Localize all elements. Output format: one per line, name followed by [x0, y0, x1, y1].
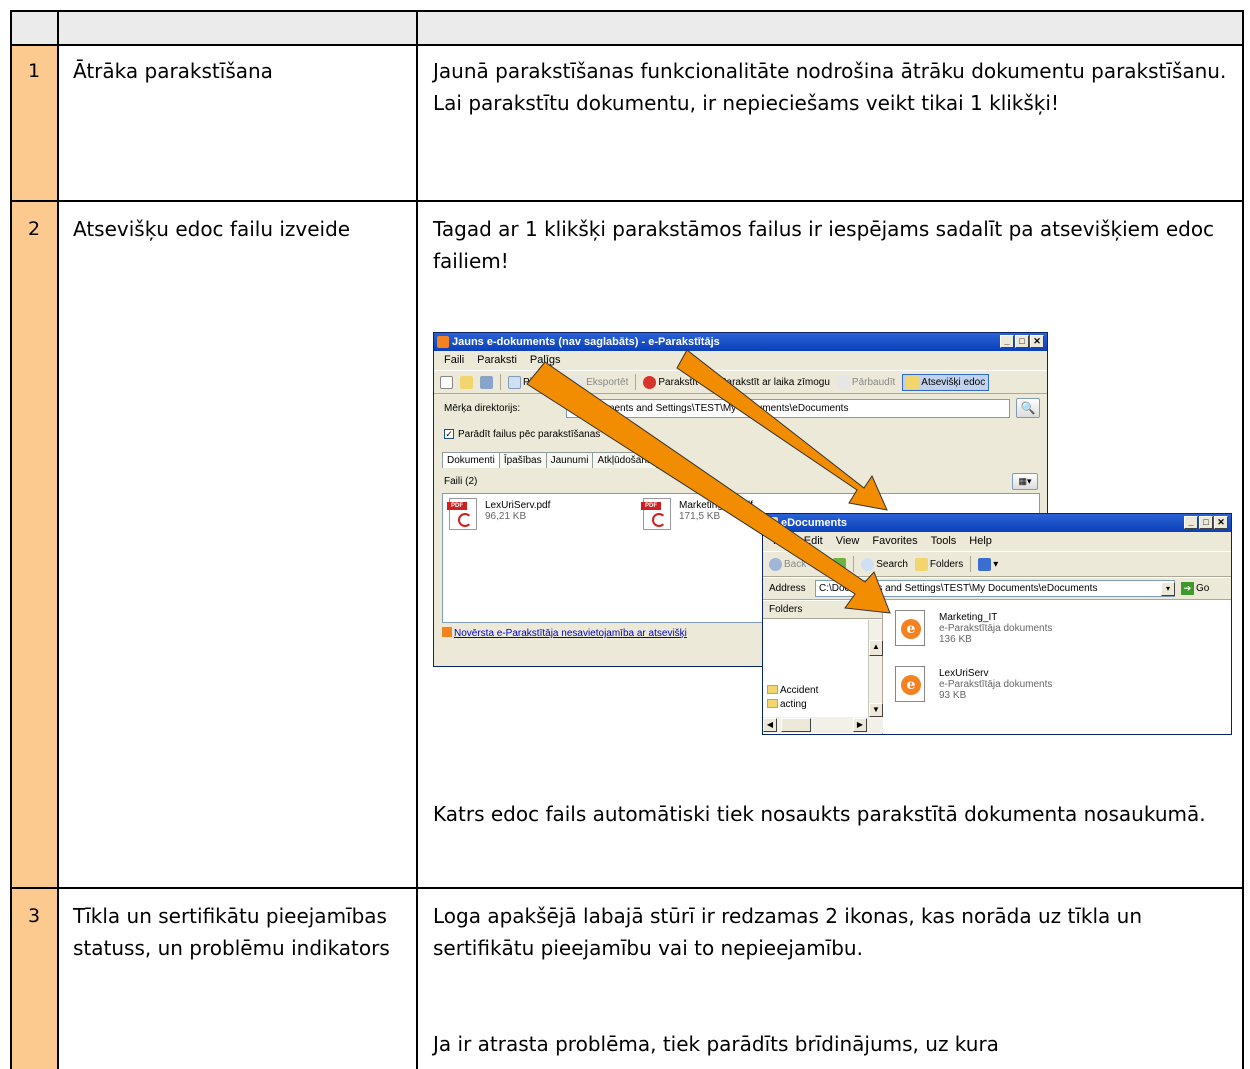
feature-title: Atsevišķu edoc failu izveide: [73, 217, 351, 241]
feature-description-after: Katrs edoc fails automātiski tiek nosauk…: [433, 802, 1206, 826]
feature-title: Ātrāka parakstīšana: [73, 59, 273, 83]
feature-description: Jaunā parakstīšanas funkcionalitāte nodr…: [433, 59, 1227, 115]
arrow-to-lexuriserv: [526, 361, 891, 614]
row-number: 2: [28, 218, 41, 240]
feature-description-after: Ja ir atrasta problēma, tiek parādīts br…: [433, 1032, 999, 1056]
feature-description: Tagad ar 1 klikšķi parakstāmos failus ir…: [433, 217, 1215, 273]
feature-description: Loga apakšējā labajā stūrī ir redzamas 2…: [433, 904, 1143, 960]
feature-title: Tīkla un sertifikātu pieejamības statuss…: [73, 904, 390, 960]
table-header-row: [11, 11, 1243, 44]
row-number: 3: [28, 905, 41, 927]
feature-screenshot: Jauns e-dokuments (nav saglabāts) - e-Pa…: [427, 320, 1242, 740]
row-number: 1: [28, 60, 41, 82]
arrows-overlay: [526, 349, 891, 614]
